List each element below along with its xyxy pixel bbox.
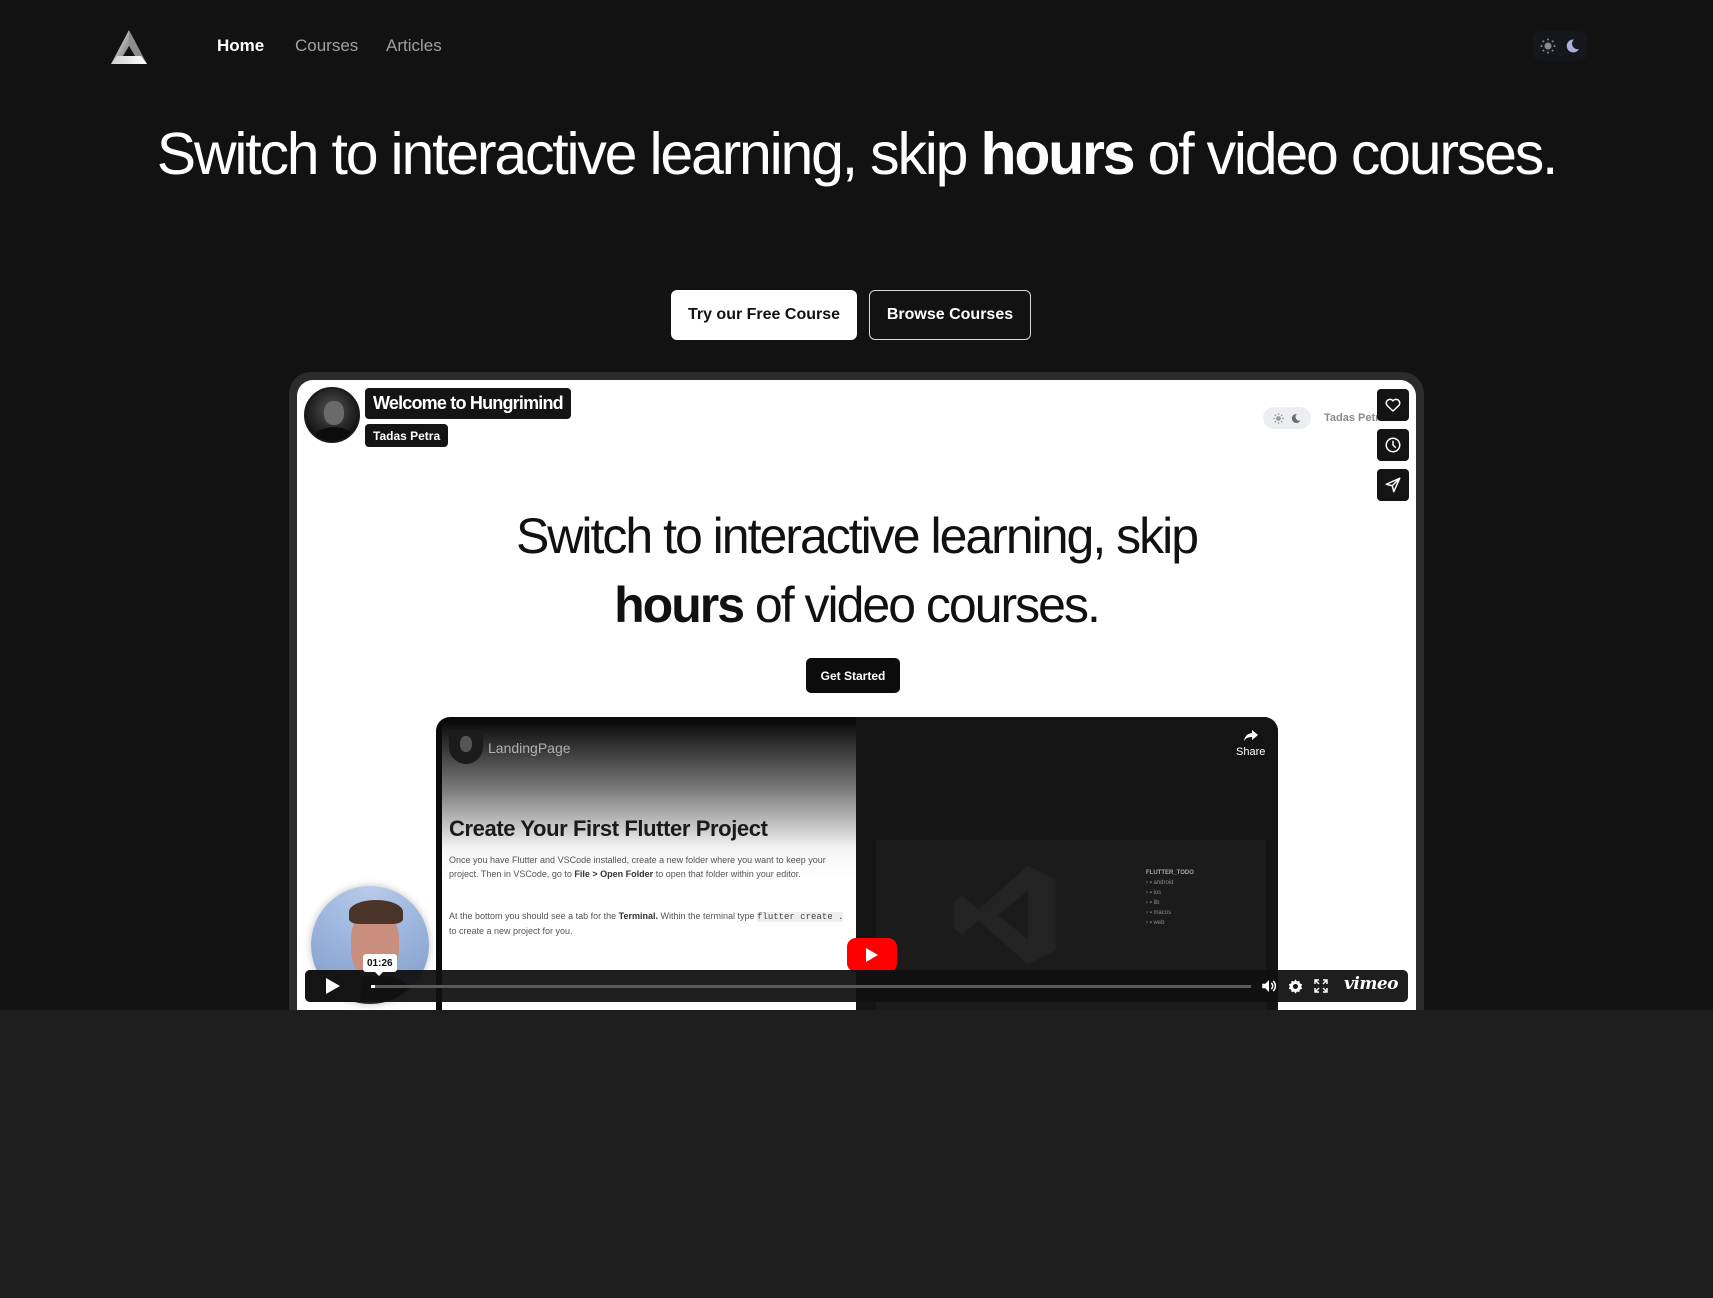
fullscreen-button[interactable] [1311, 976, 1331, 996]
hero-headline: Switch to interactive learning, skip hou… [0, 124, 1713, 185]
hungrimind-logo[interactable] [108, 28, 150, 66]
share-label: Share [1236, 746, 1266, 758]
theme-toggle[interactable] [1533, 31, 1587, 61]
play-icon [326, 978, 340, 994]
clock-icon [1385, 437, 1401, 453]
channel-avatar [449, 730, 483, 764]
sun-icon [1273, 412, 1284, 424]
vimeo-player[interactable]: Welcome to Hungrimind Tadas Petra Tadas … [297, 380, 1416, 1010]
share-button[interactable] [1377, 469, 1409, 501]
youtube-play-button [847, 938, 897, 972]
sun-icon[interactable] [1540, 38, 1556, 54]
progress-fill [371, 985, 376, 988]
video-title[interactable]: Welcome to Hungrimind [365, 388, 571, 419]
inner-headline-bold: hours [614, 577, 745, 633]
channel-name: LandingPage [488, 740, 571, 756]
fullscreen-icon [1314, 979, 1328, 993]
heart-icon [1385, 398, 1401, 412]
doc-paragraph: Once you have Flutter and VSCode install… [449, 855, 826, 879]
like-button[interactable] [1377, 389, 1409, 421]
explorer-item: › ▪ ios [1146, 890, 1162, 896]
vscode-logo-icon [954, 865, 1056, 965]
video-author[interactable]: Tadas Petra [365, 424, 449, 447]
hero-headline-part2: of video courses. [1133, 121, 1559, 187]
volume-icon [1262, 980, 1277, 992]
inner-theme-toggle [1263, 407, 1311, 429]
explorer-item: › ▪ android [1146, 880, 1174, 886]
gear-icon [1288, 978, 1302, 994]
nav-courses[interactable]: Courses [295, 36, 358, 56]
yt-share: Share [1236, 729, 1265, 758]
nav-home[interactable]: Home [217, 36, 264, 56]
settings-button[interactable] [1285, 976, 1305, 996]
play-icon [866, 948, 878, 962]
file-explorer: FLUTTER_TODO › ▪ android › ▪ ios › ▪ lib… [1146, 868, 1194, 928]
doc-title: Create Your First Flutter Project [449, 816, 768, 841]
author-avatar[interactable] [304, 387, 360, 443]
nav-articles[interactable]: Articles [386, 36, 442, 56]
current-time: 01:26 [363, 954, 397, 976]
explorer-item: › ▪ macos [1146, 910, 1172, 916]
explorer-item: › ▪ lib [1146, 900, 1160, 906]
moon-icon[interactable] [1564, 38, 1580, 54]
hero-headline-bold: hours [980, 121, 1135, 187]
explorer-title: FLUTTER_TODO [1146, 870, 1194, 876]
volume-button[interactable] [1259, 976, 1279, 996]
paper-plane-icon [1385, 477, 1401, 493]
hero-headline-part1: Switch to interactive learning, skip [156, 121, 981, 187]
inner-headline-part1: Switch to interactive learning, skip [515, 508, 1199, 564]
progress-bar[interactable] [371, 985, 1251, 988]
get-started-button: Get Started [806, 658, 900, 693]
inner-headline-part2: of video courses. [743, 577, 1101, 633]
embedded-video: FLUTTER_TODO › ▪ android › ▪ ios › ▪ lib… [436, 717, 1278, 1010]
browse-courses-button[interactable]: Browse Courses [869, 290, 1031, 340]
share-arrow-icon [1243, 730, 1258, 741]
player-controls: 01:26 vimeo [305, 954, 1408, 1002]
play-button[interactable] [305, 970, 361, 1002]
doc-paragraph: At the bottom you should see a tab for t… [449, 911, 844, 936]
vimeo-logo[interactable]: vimeo [1344, 974, 1398, 994]
explorer-item: › ▪ web [1146, 920, 1165, 926]
moon-icon [1291, 413, 1301, 423]
inner-headline: Switch to interactive learning, skip hou… [297, 502, 1416, 640]
try-free-course-button[interactable]: Try our Free Course [671, 290, 857, 340]
watch-later-button[interactable] [1377, 429, 1409, 461]
